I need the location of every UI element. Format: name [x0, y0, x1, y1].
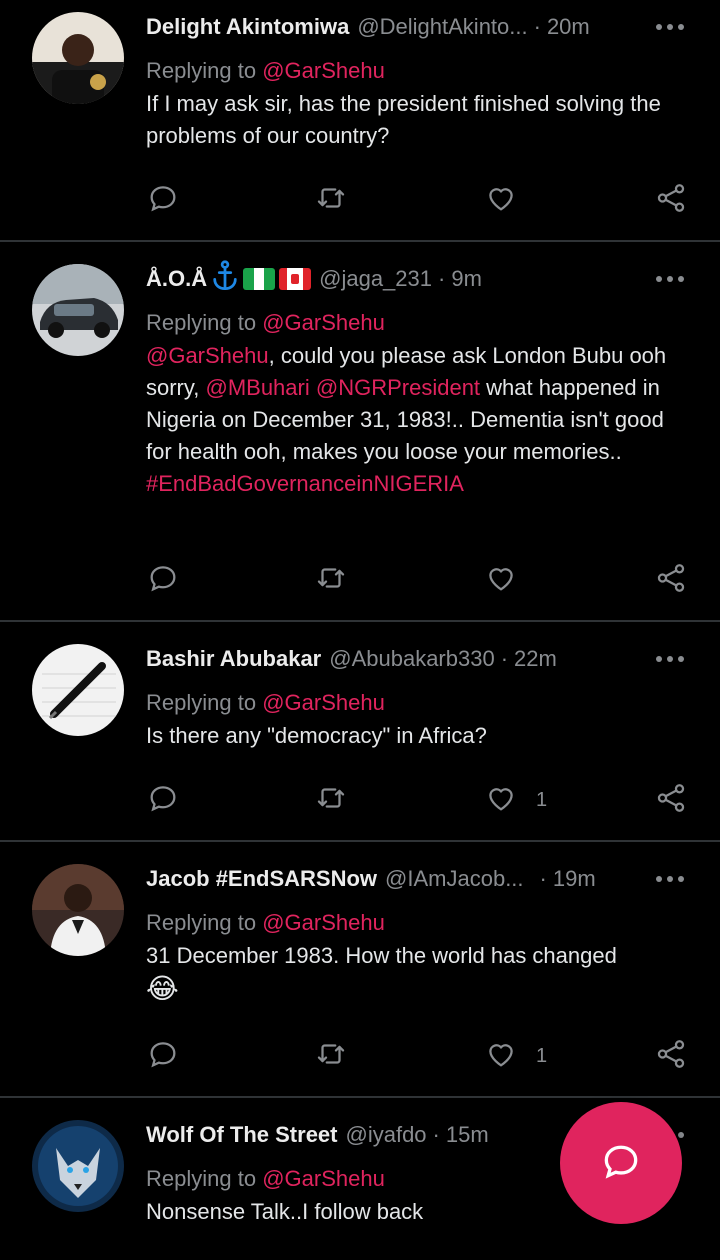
mention-link[interactable]: @NGRPresident	[316, 375, 480, 400]
separator-dot: ·	[438, 266, 446, 291]
share-icon	[654, 1037, 688, 1076]
replying-to-line: Replying to @GarShehu	[146, 688, 690, 718]
replying-to-label: Replying to	[146, 910, 263, 935]
user-handle[interactable]: @jaga_231	[319, 266, 432, 292]
share-icon	[654, 781, 688, 820]
reply-icon	[146, 1037, 180, 1076]
reply-button[interactable]	[146, 1036, 180, 1076]
share-icon	[654, 561, 688, 600]
reply-button[interactable]	[146, 180, 180, 220]
more-icon[interactable]	[650, 876, 690, 886]
tweet-text: @GarShehu, could you please ask London B…	[146, 340, 690, 500]
compose-reply-icon	[599, 1139, 643, 1188]
reply-icon	[146, 561, 180, 600]
laughing-emoji: 😂	[146, 973, 179, 1004]
like-button[interactable]: 1	[484, 780, 547, 820]
separator-dot: ·	[432, 1122, 440, 1147]
retweet-button[interactable]	[314, 560, 348, 600]
compose-reply-button[interactable]	[560, 1102, 682, 1224]
more-icon[interactable]	[650, 276, 690, 286]
reply-button[interactable]	[146, 560, 180, 600]
canada-flag-emoji	[279, 268, 312, 290]
separator-dot: ·	[500, 646, 509, 671]
tweet-2[interactable]: Å.O.Å @jaga_231 · 9m Replying to @GarShe…	[0, 242, 720, 620]
tweet-1[interactable]: Delight Akintomiwa @DelightAkinto... · 2…	[0, 0, 720, 240]
tweet-3[interactable]: Bashir Abubakar @Abubakarb330 · 22m Repl…	[0, 622, 720, 840]
avatar[interactable]	[32, 264, 124, 356]
tweet-text: If I may ask sir, has the president fini…	[146, 91, 661, 148]
separator-dot: ·	[539, 866, 547, 891]
tweet-4[interactable]: Jacob #EndSARSNow @IAmJacob... · 19m Rep…	[0, 842, 720, 1096]
mention-link[interactable]: @MBuhari	[205, 375, 309, 400]
avatar[interactable]	[32, 644, 124, 736]
tweet-text: 31 December 1983. How the world has chan…	[146, 940, 690, 1007]
display-name[interactable]: Å.O.Å	[146, 266, 207, 292]
display-name[interactable]: Jacob #EndSARSNow	[146, 866, 377, 892]
retweet-button[interactable]	[314, 780, 348, 820]
avatar[interactable]	[32, 12, 124, 104]
retweet-icon	[314, 781, 348, 820]
retweet-icon	[314, 1037, 348, 1076]
replying-to-mention[interactable]: @GarShehu	[262, 690, 385, 715]
separator-dot: ·	[533, 14, 541, 39]
share-button[interactable]	[654, 1036, 688, 1076]
replying-to-label: Replying to	[146, 1166, 263, 1191]
share-button[interactable]	[654, 180, 688, 220]
retweet-button[interactable]	[314, 180, 348, 220]
heart-icon	[484, 181, 518, 220]
more-icon[interactable]	[650, 24, 690, 34]
like-button[interactable]	[484, 560, 536, 600]
replying-to-label: Replying to	[146, 310, 263, 335]
retweet-button[interactable]	[314, 1036, 348, 1076]
timestamp: 19m	[552, 866, 596, 891]
share-button[interactable]	[654, 780, 688, 820]
anchor-emoji	[211, 260, 239, 298]
like-count: 1	[536, 788, 548, 811]
replying-to-line: Replying to @GarShehu	[146, 908, 690, 938]
share-icon	[654, 181, 688, 220]
heart-icon	[484, 1037, 518, 1076]
reply-icon	[146, 181, 180, 220]
heart-icon	[484, 781, 518, 820]
user-handle[interactable]: @IAmJacob...	[385, 866, 524, 892]
mention-link[interactable]: @GarShehu	[146, 343, 269, 368]
replying-to-label: Replying to	[146, 58, 263, 83]
hashtag-link[interactable]: #EndBadGovernanceinNIGERIA	[146, 471, 464, 496]
more-icon[interactable]	[650, 656, 690, 666]
display-name[interactable]: Bashir Abubakar	[146, 646, 321, 672]
reply-icon	[146, 781, 180, 820]
replying-to-mention[interactable]: @GarShehu	[262, 310, 385, 335]
retweet-icon	[314, 561, 348, 600]
like-count: 1	[536, 1044, 548, 1067]
timestamp: 9m	[451, 266, 482, 291]
retweet-icon	[314, 181, 348, 220]
user-handle[interactable]: @DelightAkinto...	[357, 14, 527, 40]
tweet-text: Is there any "democracy" in Africa?	[146, 723, 487, 748]
timestamp: 20m	[546, 14, 590, 39]
replying-to-line: Replying to @GarShehu	[146, 56, 690, 86]
user-handle[interactable]: @Abubakarb330	[329, 646, 494, 672]
replying-to-mention[interactable]: @GarShehu	[262, 910, 385, 935]
replying-to-mention[interactable]: @GarShehu	[262, 1166, 385, 1191]
timestamp: 22m	[514, 646, 557, 671]
heart-icon	[484, 561, 518, 600]
avatar[interactable]	[32, 864, 124, 956]
tweet-text-segment: 31 December 1983. How the world has chan…	[146, 943, 617, 968]
replying-to-label: Replying to	[146, 690, 263, 715]
like-button[interactable]: 1	[484, 1036, 547, 1076]
reply-button[interactable]	[146, 780, 180, 820]
replying-to-line: Replying to @GarShehu	[146, 308, 690, 338]
share-button[interactable]	[654, 560, 688, 600]
display-name[interactable]: Delight Akintomiwa	[146, 14, 349, 40]
timestamp: 15m	[445, 1122, 489, 1147]
user-handle[interactable]: @iyafdo	[346, 1122, 427, 1148]
avatar[interactable]	[32, 1120, 124, 1212]
replying-to-mention[interactable]: @GarShehu	[262, 58, 385, 83]
like-button[interactable]	[484, 180, 536, 220]
nigeria-flag-emoji	[243, 268, 276, 290]
display-name[interactable]: Wolf Of The Street	[146, 1122, 338, 1148]
